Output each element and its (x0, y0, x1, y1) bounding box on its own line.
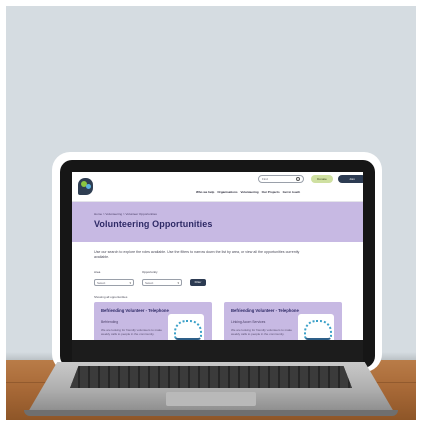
nav-item[interactable]: Volunteering (241, 190, 259, 196)
search-placeholder: Find (262, 177, 268, 181)
chevron-down-icon: ▾ (177, 281, 179, 285)
site-header: Find Donate Join Who we help Organisatio… (72, 172, 363, 202)
nav-item[interactable]: Who we help (196, 190, 214, 196)
laptop-keyboard (70, 366, 352, 388)
type-filter-label: Opportunity (142, 270, 158, 274)
type-filter-value: Select (145, 281, 154, 285)
nav-item[interactable]: Our Projects (262, 190, 280, 196)
intro-text: Use our search to explore the roles avai… (94, 250, 300, 259)
card-subtitle: Linking Acorn Services (231, 320, 266, 324)
join-button[interactable]: Join (338, 175, 363, 183)
donate-button[interactable]: Donate (311, 175, 333, 183)
opportunity-card[interactable]: Befriending Volunteer - Telephone Linkin… (224, 302, 342, 340)
type-filter-select[interactable]: Select ▾ (142, 279, 182, 286)
site-logo-icon[interactable] (78, 178, 93, 195)
card-subtitle: Befriending (101, 320, 119, 324)
breadcrumb[interactable]: Home > Volunteering > Volunteer Opportun… (94, 212, 157, 216)
laptop-screen: Find Donate Join Who we help Organisatio… (72, 172, 363, 340)
organisation-logo-icon (298, 314, 334, 340)
area-filter-label: Area (94, 270, 101, 274)
chevron-down-icon: ▾ (129, 281, 131, 285)
laptop-trackpad (166, 392, 256, 406)
filter-bar: Area Select ▾ Opportunity Select ▾ Filte… (94, 270, 294, 290)
area-filter-value: Select (97, 281, 106, 285)
card-title[interactable]: Befriending Volunteer - Telephone (231, 308, 301, 313)
search-icon[interactable] (296, 177, 300, 181)
result-count: Showing all opportunities (94, 295, 128, 299)
organisation-logo-icon (168, 314, 204, 340)
nav-item[interactable]: Organisations (217, 190, 237, 196)
laptop-screen-bezel (72, 340, 363, 362)
laptop-base-edge (24, 410, 398, 416)
page-hero: Home > Volunteering > Volunteer Opportun… (72, 202, 363, 242)
filter-button[interactable]: Filter (190, 279, 206, 286)
card-title[interactable]: Befriending Volunteer - Telephone (101, 308, 171, 313)
card-text: We are looking for friendly volunteers t… (101, 328, 162, 336)
laptop-photo: Find Donate Join Who we help Organisatio… (0, 0, 422, 425)
nav-item[interactable]: Get in touch (283, 190, 301, 196)
opportunity-card[interactable]: Befriending Volunteer - Telephone Befrie… (94, 302, 212, 340)
main-nav: Who we help Organisations Volunteering O… (196, 190, 363, 196)
search-input[interactable]: Find (258, 175, 304, 183)
page-title: Volunteering Opportunities (94, 219, 213, 229)
area-filter-select[interactable]: Select ▾ (94, 279, 134, 286)
card-text: We are looking for friendly volunteers t… (231, 328, 292, 336)
